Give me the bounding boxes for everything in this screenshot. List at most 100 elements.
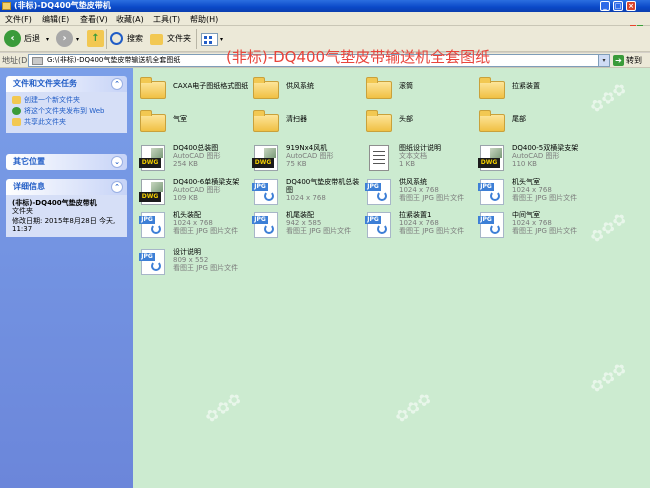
item-name: 919Nx4风机 [286, 144, 328, 152]
item-name: 机头气室 [512, 178, 540, 186]
file-item[interactable]: DWG DQ400-5双横梁支架 AutoCAD 图形 110 KB [475, 142, 589, 176]
back-button[interactable]: 后退 [24, 30, 40, 48]
item-type: AutoCAD 图形 [512, 152, 560, 160]
details-panel: 详细信息 ⌃ (非标)-DQ400气垫皮带机 文件夹 修改日期: 2015年8月… [6, 179, 127, 237]
toolbar-divider [106, 29, 107, 49]
file-item[interactable]: DWG DQ400总装图 AutoCAD 图形 254 KB [136, 142, 250, 176]
item-type: 942 x 585 [286, 219, 322, 227]
collapse-icon[interactable]: ⌃ [111, 181, 123, 193]
chevron-down-icon[interactable]: ▾ [76, 36, 79, 43]
go-arrow-icon: ➔ [613, 55, 624, 66]
folder-item[interactable]: 供风系统 [249, 72, 363, 106]
item-size: 看图王 JPG 图片文件 [286, 227, 352, 235]
file-item[interactable]: 图纸设计说明 文本文档 1 KB [362, 142, 476, 176]
item-size: 110 KB [512, 160, 537, 168]
item-text: 机尾装配 942 x 585 看图王 JPG 图片文件 [286, 211, 364, 235]
item-size: 看图王 JPG 图片文件 [399, 227, 465, 235]
jpg-file-icon: JPG [252, 178, 282, 206]
item-name: 设计说明 [173, 248, 201, 256]
file-item[interactable]: JPG 中间气室 1024 x 768 看图王 JPG 图片文件 [475, 209, 589, 243]
file-item[interactable]: JPG 机尾装配 942 x 585 看图王 JPG 图片文件 [249, 209, 363, 243]
minimize-button[interactable]: _ [600, 1, 610, 11]
menu-view[interactable]: 查看(V) [80, 14, 108, 25]
maximize-button[interactable]: □ [613, 1, 623, 11]
item-name: 清扫器 [286, 115, 307, 123]
file-item[interactable]: JPG 拉紧装置1 1024 x 768 看图王 JPG 图片文件 [362, 209, 476, 243]
folders-icon[interactable] [150, 34, 163, 45]
folders-button[interactable]: 文件夹 [167, 30, 191, 48]
title-bar[interactable]: (非标)-DQ400气垫皮带机 _ □ × [0, 0, 650, 12]
menu-help[interactable]: 帮助(H) [190, 14, 218, 25]
file-item[interactable]: DWG 919Nx4风机 AutoCAD 图形 75 KB [249, 142, 363, 176]
collapse-icon[interactable]: ⌃ [111, 78, 123, 90]
folder-item[interactable]: 头部 [362, 105, 476, 139]
folder-icon [2, 2, 11, 10]
go-button[interactable]: ➔ 转到 [613, 54, 642, 67]
item-type: 文本文档 [399, 152, 427, 160]
explorer-window: (非标)-DQ400气垫皮带机 _ □ × 文件(F) 编辑(E) 查看(V) … [0, 0, 650, 488]
item-type: 1024 x 768 [512, 186, 552, 194]
item-type: 1024 x 768 [173, 219, 213, 227]
folder-icon [478, 107, 508, 135]
up-folder-icon[interactable]: ↑ [87, 30, 104, 47]
item-size: 看图王 JPG 图片文件 [173, 264, 239, 272]
jpg-file-icon: JPG [365, 178, 395, 206]
expand-icon[interactable]: ⌄ [111, 156, 123, 168]
file-item[interactable]: JPG 供风系统 1024 x 768 看图王 JPG 图片文件 [362, 176, 476, 210]
file-list-view[interactable]: ✿✿✿ ✿✿✿ ✿✿✿ ✿✿✿ ✿✿✿ CAXA电子图纸格式图纸 供风系统 滚筒 拉紧… [133, 68, 650, 488]
menu-file[interactable]: 文件(F) [5, 14, 32, 25]
watermark: ✿✿✿ [586, 208, 631, 247]
close-button[interactable]: × [626, 1, 636, 11]
item-text: 供风系统 1024 x 768 看图王 JPG 图片文件 [399, 178, 477, 202]
chevron-down-icon[interactable]: ▾ [46, 36, 49, 43]
task-share-folder[interactable]: 共享此文件夹 [12, 118, 121, 127]
tasks-panel-header[interactable]: 文件和文件夹任务 ⌃ [6, 76, 127, 92]
dwg-file-icon: DWG [252, 144, 282, 172]
file-item[interactable]: JPG 机头装配 1024 x 768 看图王 JPG 图片文件 [136, 209, 250, 243]
chevron-down-icon[interactable]: ▾ [220, 36, 223, 43]
search-button[interactable]: 搜索 [127, 30, 143, 48]
menu-tools[interactable]: 工具(T) [153, 14, 180, 25]
folder-item[interactable]: 尾部 [475, 105, 589, 139]
file-item[interactable]: JPG 机头气室 1024 x 768 看图王 JPG 图片文件 [475, 176, 589, 210]
details-header[interactable]: 详细信息 ⌃ [6, 179, 127, 195]
item-type: 1024 x 768 [286, 194, 326, 202]
forward-arrow-icon[interactable]: › [56, 30, 73, 47]
item-size: 75 KB [286, 160, 307, 168]
jpg-file-icon: JPG [478, 178, 508, 206]
address-dropdown-icon[interactable]: ▾ [598, 55, 609, 66]
new-folder-icon [12, 96, 21, 104]
back-arrow-icon[interactable]: ‹ [4, 30, 21, 47]
address-path: G:\(非标)-DQ400气垫皮带输送机全套图纸 [47, 56, 181, 64]
item-name: DQ400-5双横梁支架 [512, 144, 579, 152]
folder-item[interactable]: 清扫器 [249, 105, 363, 139]
item-text: 机头气室 1024 x 768 看图王 JPG 图片文件 [512, 178, 590, 202]
task-new-folder[interactable]: 创建一个新文件夹 [12, 96, 121, 105]
item-size: 109 KB [173, 194, 198, 202]
item-name: 供风系统 [286, 82, 314, 90]
watermark: ✿✿✿ [586, 358, 631, 397]
item-text: DQ400-5双横梁支架 AutoCAD 图形 110 KB [512, 144, 590, 168]
folder-item[interactable]: 气室 [136, 105, 250, 139]
item-text: 拉紧装置1 1024 x 768 看图王 JPG 图片文件 [399, 211, 477, 235]
folder-item[interactable]: CAXA电子图纸格式图纸 [136, 72, 250, 106]
file-item[interactable]: JPG DQ400气垫皮带机总装图 1024 x 768 [249, 176, 363, 210]
file-item[interactable]: DWG DQ400-6单横梁支架 AutoCAD 图形 109 KB [136, 176, 250, 210]
toolbar-divider [196, 29, 197, 49]
menu-favorites[interactable]: 收藏(A) [116, 14, 144, 25]
view-menu-icon[interactable] [201, 33, 218, 46]
folder-item[interactable]: 拉紧装置 [475, 72, 589, 106]
other-places-header[interactable]: 其它位置 ⌄ [6, 154, 127, 170]
folder-item[interactable]: 滚筒 [362, 72, 476, 106]
item-text: 拉紧装置 [512, 82, 590, 90]
menu-edit[interactable]: 编辑(E) [42, 14, 69, 25]
watermark: ✿✿✿ [201, 388, 246, 427]
file-item[interactable]: JPG 设计说明 809 x 552 看图王 JPG 图片文件 [136, 246, 250, 280]
search-icon[interactable] [110, 32, 123, 45]
item-size: 看图王 JPG 图片文件 [173, 227, 239, 235]
task-pane: 文件和文件夹任务 ⌃ 创建一个新文件夹 将这个文件夹发布到 Web 共享此文件夹… [0, 68, 133, 488]
jpg-file-icon: JPG [139, 248, 169, 276]
task-publish-web[interactable]: 将这个文件夹发布到 Web [12, 107, 121, 116]
item-name: CAXA电子图纸格式图纸 [173, 82, 249, 90]
item-name: DQ400气垫皮带机总装图 [286, 178, 360, 194]
